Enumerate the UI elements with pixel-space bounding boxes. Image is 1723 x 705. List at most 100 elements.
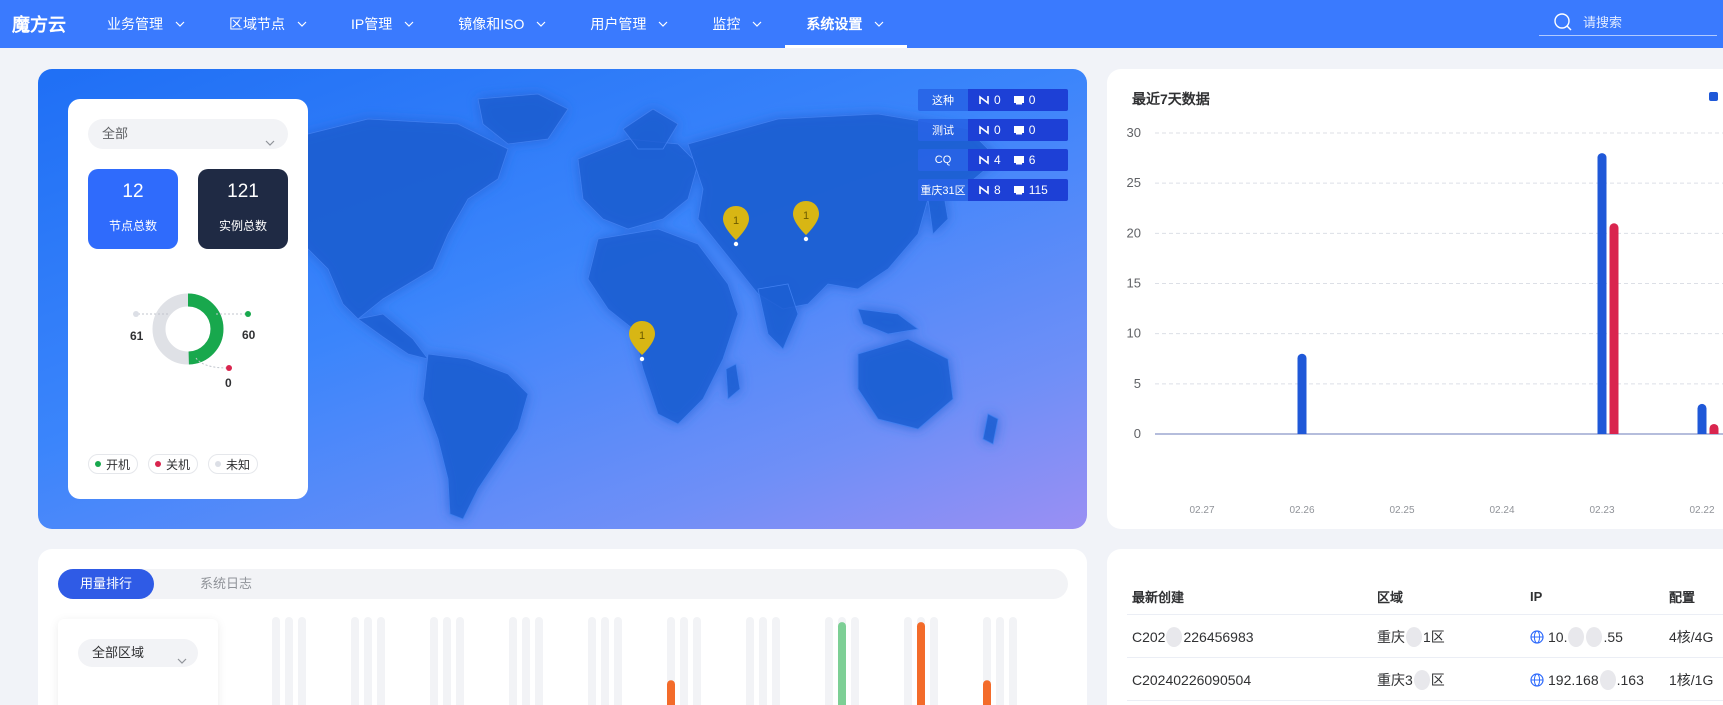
y-tick-label: 25 bbox=[1127, 175, 1141, 190]
nav-item-image-iso[interactable]: 镜像和ISO bbox=[437, 0, 569, 48]
instance-name[interactable]: C202 226456983 bbox=[1132, 616, 1254, 657]
node-icon bbox=[978, 125, 990, 135]
redaction-blur bbox=[1413, 669, 1430, 690]
ip-part: .55 bbox=[1603, 628, 1623, 645]
usage-track bbox=[588, 617, 596, 705]
instance-icon bbox=[1013, 185, 1025, 195]
map-pin-icon[interactable]: 1 bbox=[720, 204, 752, 248]
region-row[interactable]: 测试 0 0 bbox=[918, 119, 1068, 141]
region-part: 重庆 bbox=[1377, 628, 1405, 645]
instance-ip: 192.168 .163 bbox=[1530, 659, 1644, 700]
redaction-blur bbox=[1568, 626, 1585, 647]
legend-on[interactable]: 开机 bbox=[88, 454, 139, 474]
region-instance-count: 6 bbox=[1028, 153, 1036, 167]
map-pin-icon[interactable]: 1 bbox=[790, 199, 822, 243]
status-donut-chart: 61 60 0 bbox=[130, 293, 256, 390]
usage-fill bbox=[667, 680, 675, 705]
nav-item-label: 监控 bbox=[712, 16, 741, 32]
table-row[interactable]: C202 226456983 重庆 1区 10. .55 4核/4G bbox=[1127, 616, 1723, 658]
instance-icon bbox=[1013, 125, 1025, 135]
usage-track bbox=[1009, 617, 1017, 705]
usage-track bbox=[298, 617, 306, 705]
region-instance-count: 115 bbox=[1028, 183, 1048, 197]
usage-track bbox=[930, 617, 938, 705]
redaction-blur bbox=[1599, 669, 1616, 690]
search-placeholder: 请搜索 bbox=[1583, 15, 1623, 30]
donut-on-segment bbox=[187, 293, 224, 365]
instance-config: 1核/1G bbox=[1669, 671, 1714, 688]
name-part: C20240226090504 bbox=[1132, 671, 1252, 688]
region-part: 重庆3 bbox=[1377, 671, 1413, 688]
legend-off[interactable]: 关机 bbox=[148, 454, 199, 474]
usage-track bbox=[601, 617, 609, 705]
x-tick-label: 02.26 bbox=[1289, 505, 1314, 516]
chevron-down-icon bbox=[872, 19, 886, 29]
instance-name[interactable]: C20240226090504 bbox=[1132, 659, 1251, 700]
usage-fill bbox=[838, 622, 846, 705]
legend-dot bbox=[215, 461, 222, 467]
usage-track bbox=[825, 617, 833, 705]
nav-item-users[interactable]: 用户管理 bbox=[569, 0, 691, 48]
table-row[interactable]: C20240226090504 重庆3 区 192.168 .163 1核/1G bbox=[1127, 659, 1723, 701]
instance-region: 重庆 1区 bbox=[1377, 616, 1445, 657]
chevron-down-icon bbox=[750, 19, 764, 29]
region-row[interactable]: 这种 0 0 bbox=[918, 89, 1068, 111]
x-tick-label: 02.22 bbox=[1689, 505, 1714, 516]
usage-ranking-card: 用量排行 系统日志 全部区域 bbox=[38, 549, 1087, 705]
nav-item-monitor[interactable]: 监控 bbox=[691, 0, 785, 48]
usage-track bbox=[285, 617, 293, 705]
pin-count: 1 bbox=[733, 215, 739, 227]
region-node-count: 0 bbox=[994, 123, 1001, 137]
unknown-count: 0 bbox=[225, 376, 232, 390]
app-logo[interactable]: 魔方云 bbox=[12, 11, 66, 37]
chevron-down-icon bbox=[656, 19, 670, 29]
recent-instances-card: 最新创建 区域 IP 配置 C202 226456983 重庆 1区 10. .55 … bbox=[1107, 549, 1723, 705]
chevron-down-icon bbox=[264, 129, 276, 146]
region-name: CQ bbox=[918, 149, 968, 171]
column-header-config: 配置 bbox=[1669, 590, 1696, 605]
map-pin-icon[interactable]: 1 bbox=[626, 319, 658, 363]
region-row[interactable]: 重庆31区 8 115 bbox=[918, 179, 1068, 201]
legend-dot bbox=[95, 461, 101, 467]
name-part: C202 bbox=[1132, 628, 1166, 645]
x-tick-label: 02.23 bbox=[1589, 505, 1614, 516]
ip-part: .163 bbox=[1616, 671, 1644, 688]
node-icon bbox=[978, 95, 990, 105]
usage-track bbox=[851, 617, 859, 705]
overview-card: 全部 12 节点总数 121 实例总数 61 60 0 开机 关机 未知 bbox=[68, 99, 308, 499]
y-tick-label: 0 bbox=[1134, 426, 1141, 441]
node-icon bbox=[978, 185, 990, 195]
nav-item-label: 区域节点 bbox=[229, 16, 285, 32]
usage-track bbox=[509, 617, 517, 705]
nav-item-label: IP管理 bbox=[351, 16, 393, 32]
search-input[interactable]: 请搜索 bbox=[1539, 8, 1717, 36]
usage-track bbox=[377, 617, 385, 705]
usage-track bbox=[272, 617, 280, 705]
usage-track bbox=[746, 617, 754, 705]
usage-track bbox=[443, 617, 451, 705]
usage-fill bbox=[917, 622, 925, 705]
instance-region: 重庆3 区 bbox=[1377, 659, 1445, 700]
node-icon bbox=[978, 155, 990, 165]
region-filter-dropdown[interactable]: 全部区域 bbox=[78, 639, 198, 667]
instance-ip: 10. .55 bbox=[1530, 616, 1623, 657]
region-part: 区 bbox=[1430, 671, 1445, 688]
ip-part: 10. bbox=[1548, 628, 1568, 645]
region-row[interactable]: CQ 4 6 bbox=[918, 149, 1068, 171]
donut-dot-on bbox=[245, 311, 251, 317]
region-dropdown[interactable]: 全部 bbox=[88, 119, 288, 149]
region-name: 这种 bbox=[918, 89, 968, 111]
instances-total-box: 121 实例总数 bbox=[198, 169, 288, 249]
nodes-total-label: 节点总数 bbox=[108, 219, 157, 233]
instance-icon bbox=[1013, 155, 1025, 165]
nav-item-ip[interactable]: IP管理 bbox=[330, 0, 437, 48]
legend-unknown[interactable]: 未知 bbox=[208, 454, 259, 474]
nav-item-label: 系统设置 bbox=[806, 16, 863, 32]
redaction-blur bbox=[1166, 626, 1183, 647]
ip-part: 192.168 bbox=[1548, 671, 1599, 688]
usage-track bbox=[522, 617, 530, 705]
nav-item-system-settings[interactable]: 系统设置 bbox=[785, 0, 908, 48]
nav-item-business[interactable]: 业务管理 bbox=[86, 0, 208, 48]
chevron-down-icon bbox=[295, 19, 309, 29]
nav-item-region-node[interactable]: 区域节点 bbox=[208, 0, 330, 48]
